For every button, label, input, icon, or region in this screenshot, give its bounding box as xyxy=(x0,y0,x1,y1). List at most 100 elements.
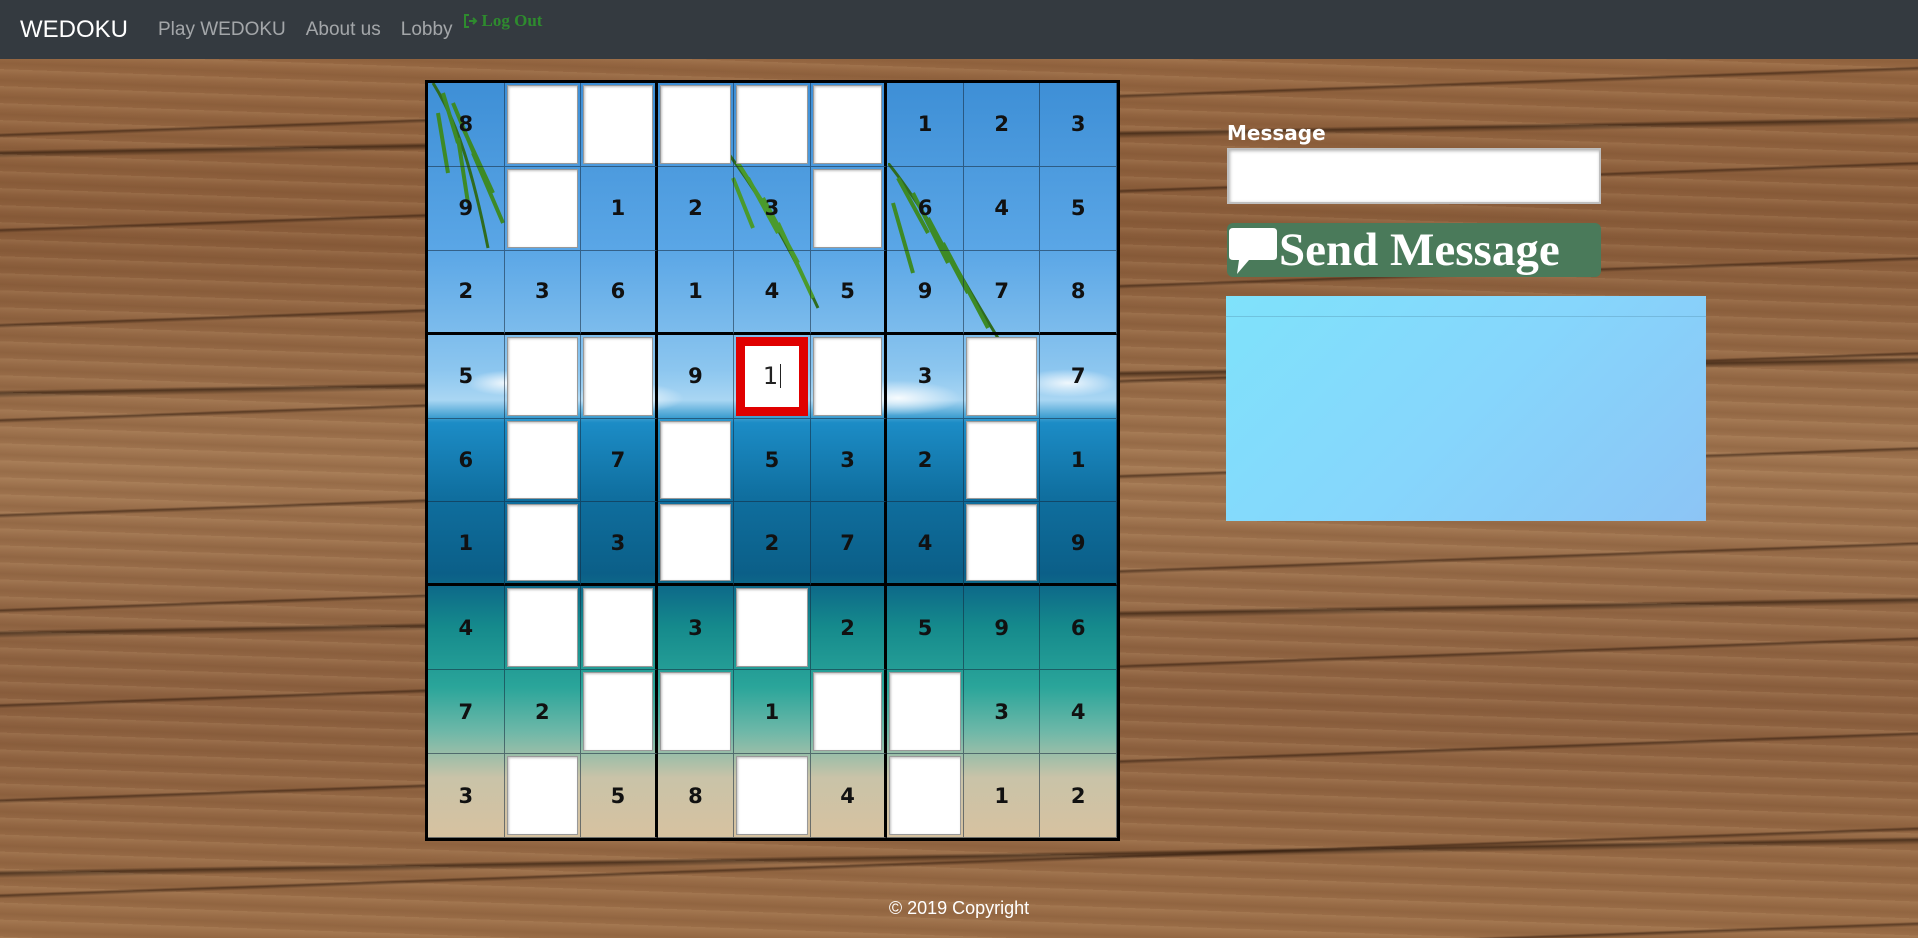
sudoku-cell[interactable] xyxy=(581,670,658,755)
sudoku-cell: 4 xyxy=(1040,670,1117,755)
sudoku-given-number: 6 xyxy=(610,279,626,304)
sudoku-cell: 6 xyxy=(428,418,505,503)
sudoku-cell[interactable]: 1 xyxy=(734,334,811,419)
sudoku-input[interactable] xyxy=(583,672,653,752)
sudoku-cell[interactable] xyxy=(657,670,735,755)
sudoku-cell[interactable] xyxy=(504,502,582,587)
sudoku-cell[interactable] xyxy=(657,418,735,503)
sudoku-cell: 8 xyxy=(1040,250,1117,335)
sudoku-cell: 5 xyxy=(734,418,811,503)
send-message-label: Send Message xyxy=(1279,224,1560,276)
sudoku-given-number: 1 xyxy=(688,279,703,304)
sudoku-cell[interactable] xyxy=(657,502,735,587)
sudoku-input[interactable] xyxy=(506,420,579,500)
sudoku-given-number: 1 xyxy=(1070,447,1086,472)
sudoku-cell: 7 xyxy=(963,250,1041,335)
sudoku-input[interactable] xyxy=(736,85,808,164)
sudoku-input[interactable] xyxy=(659,420,732,500)
nav-about-us[interactable]: About us xyxy=(306,19,381,41)
brand-link[interactable]: WEDOKU xyxy=(20,16,128,44)
sudoku-input[interactable] xyxy=(812,672,883,752)
sudoku-input[interactable] xyxy=(506,504,579,582)
sudoku-cell[interactable] xyxy=(504,586,582,671)
sudoku-input-active[interactable]: 1 xyxy=(736,336,808,416)
sudoku-cell[interactable] xyxy=(810,83,888,167)
sudoku-input[interactable] xyxy=(736,588,808,668)
sudoku-input[interactable] xyxy=(965,420,1038,500)
sudoku-cell: 7 xyxy=(428,670,505,755)
sudoku-cell[interactable] xyxy=(581,334,658,419)
sudoku-cell: 9 xyxy=(1040,502,1117,587)
sudoku-input[interactable] xyxy=(965,336,1038,416)
sudoku-input[interactable] xyxy=(659,504,732,582)
sudoku-cell[interactable] xyxy=(504,166,582,251)
sudoku-cell[interactable] xyxy=(810,166,888,251)
sudoku-cell[interactable] xyxy=(504,83,582,167)
chat-messages-box[interactable] xyxy=(1226,296,1706,521)
sudoku-input[interactable] xyxy=(583,85,653,164)
sudoku-cell[interactable] xyxy=(810,670,888,755)
sudoku-input[interactable] xyxy=(506,168,579,248)
sign-out-icon xyxy=(463,14,477,28)
sudoku-cell: 7 xyxy=(1040,334,1117,419)
sudoku-input-value: 1 xyxy=(762,362,779,391)
sudoku-cell[interactable] xyxy=(810,334,888,419)
sudoku-cell[interactable] xyxy=(887,670,964,755)
sudoku-cell[interactable] xyxy=(887,754,964,838)
sudoku-cell: 4 xyxy=(810,754,888,838)
sudoku-input[interactable] xyxy=(812,168,883,248)
sudoku-given-number: 1 xyxy=(458,530,474,555)
sudoku-input[interactable] xyxy=(965,504,1038,582)
sudoku-input[interactable] xyxy=(889,672,961,752)
sudoku-given-number: 6 xyxy=(458,447,474,472)
sudoku-given-number: 4 xyxy=(458,615,474,640)
sudoku-cell[interactable] xyxy=(504,418,582,503)
sudoku-input[interactable] xyxy=(659,85,732,164)
sudoku-cell[interactable] xyxy=(963,418,1041,503)
sudoku-cell[interactable] xyxy=(734,83,811,167)
sudoku-input[interactable] xyxy=(736,756,808,835)
send-message-button[interactable]: Send Message xyxy=(1227,223,1601,277)
sudoku-cell: 1 xyxy=(887,83,964,167)
message-input[interactable] xyxy=(1227,148,1601,204)
sudoku-input[interactable] xyxy=(506,588,579,668)
sudoku-cell[interactable] xyxy=(734,586,811,671)
sudoku-given-number: 1 xyxy=(994,783,1009,808)
sudoku-input[interactable] xyxy=(583,588,653,668)
sudoku-input[interactable] xyxy=(506,336,579,416)
sudoku-given-number: 3 xyxy=(610,530,626,555)
sudoku-given-number: 7 xyxy=(458,699,474,724)
sudoku-cell[interactable] xyxy=(734,754,811,838)
sudoku-given-number: 8 xyxy=(1070,279,1086,304)
sudoku-cell[interactable] xyxy=(581,83,658,167)
sudoku-cell: 2 xyxy=(1040,754,1117,838)
sudoku-input[interactable] xyxy=(889,756,961,835)
sudoku-cell[interactable] xyxy=(504,334,582,419)
sudoku-input[interactable] xyxy=(583,336,653,416)
sudoku-cell: 9 xyxy=(963,586,1041,671)
sudoku-cell[interactable] xyxy=(963,334,1041,419)
sudoku-given-number: 4 xyxy=(840,783,855,808)
sudoku-cell: 4 xyxy=(887,502,964,587)
sudoku-input[interactable] xyxy=(812,336,883,416)
sudoku-cell: 2 xyxy=(963,83,1041,167)
sudoku-given-number: 3 xyxy=(1070,112,1086,137)
chat-divider xyxy=(1226,316,1706,317)
sudoku-input[interactable] xyxy=(812,85,883,164)
sudoku-cell[interactable] xyxy=(581,586,658,671)
nav-play-wedoku[interactable]: Play WEDOKU xyxy=(158,19,286,41)
sudoku-cell[interactable] xyxy=(504,754,582,838)
sudoku-given-number: 2 xyxy=(840,615,855,640)
logout-link[interactable]: Log Out xyxy=(463,11,542,31)
sudoku-cell: 6 xyxy=(887,166,964,251)
sudoku-input[interactable] xyxy=(659,672,732,752)
sudoku-given-number: 3 xyxy=(764,196,780,221)
sudoku-input[interactable] xyxy=(506,85,579,164)
sudoku-given-number: 3 xyxy=(840,447,855,472)
sudoku-cell[interactable] xyxy=(657,83,735,167)
nav-lobby[interactable]: Lobby xyxy=(401,19,453,41)
sudoku-given-number: 2 xyxy=(764,530,780,555)
sudoku-input[interactable] xyxy=(506,756,579,835)
sudoku-cell: 5 xyxy=(887,586,964,671)
sudoku-cell[interactable] xyxy=(963,502,1041,587)
